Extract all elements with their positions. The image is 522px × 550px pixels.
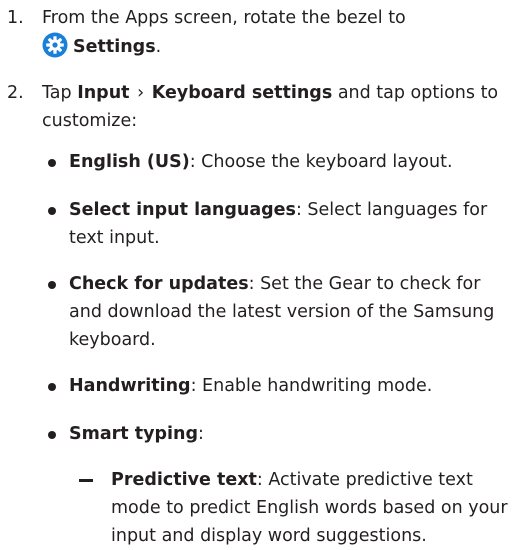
list-item-description: : Choose the keyboard layout. [189, 152, 453, 172]
list-item-check-for-updates: Check for updates: Set the Gear to check… [48, 270, 514, 354]
step-number: 1. [7, 8, 24, 28]
bullet-icon [48, 281, 56, 289]
list-item-smart-typing: Smart typing: [48, 420, 514, 448]
settings-label: Settings [73, 37, 156, 57]
step-text-before: Tap [42, 83, 78, 103]
list-item-description: : Enable handwriting mode. [190, 376, 433, 396]
bullet-icon [48, 207, 56, 215]
step-text: Tap Input › Keyboard settings and tap op… [42, 79, 512, 135]
list-item-term: Smart typing [69, 424, 199, 444]
list-item-term: English (US) [69, 152, 190, 172]
list-item-select-input-languages: Select input languages: Select languages… [48, 196, 514, 252]
step-text-after: . [155, 37, 162, 57]
dash-icon [79, 479, 93, 482]
sub-item-term: Predictive text [111, 470, 257, 490]
step-number: 2. [7, 83, 24, 103]
list-item-term: Check for updates [69, 274, 249, 294]
sub-item-predictive-text: Predictive text: Activate predictive tex… [79, 466, 516, 550]
keyboard-settings-label: Keyboard settings [151, 83, 333, 103]
bullet-icon [48, 383, 56, 391]
step-text: From the Apps screen, rotate the bezel t… [42, 4, 512, 61]
list-item-term: Select input languages [69, 200, 296, 220]
breadcrumb-separator: › [137, 83, 145, 103]
list-item-handwriting: Handwriting: Enable handwriting mode. [48, 372, 514, 400]
document-page: { "steps": [ { "number": "1.", "text_bef… [0, 0, 522, 546]
input-label: Input [77, 83, 130, 103]
step-text-before: From the Apps screen, rotate the bezel t… [42, 8, 406, 28]
list-item-term: Handwriting [69, 376, 191, 396]
settings-gear-icon [42, 32, 68, 58]
list-item-description: : [198, 424, 204, 444]
bullet-icon [48, 431, 56, 439]
bullet-icon [48, 159, 56, 167]
list-item-english-us: English (US): Choose the keyboard layout… [48, 148, 514, 176]
